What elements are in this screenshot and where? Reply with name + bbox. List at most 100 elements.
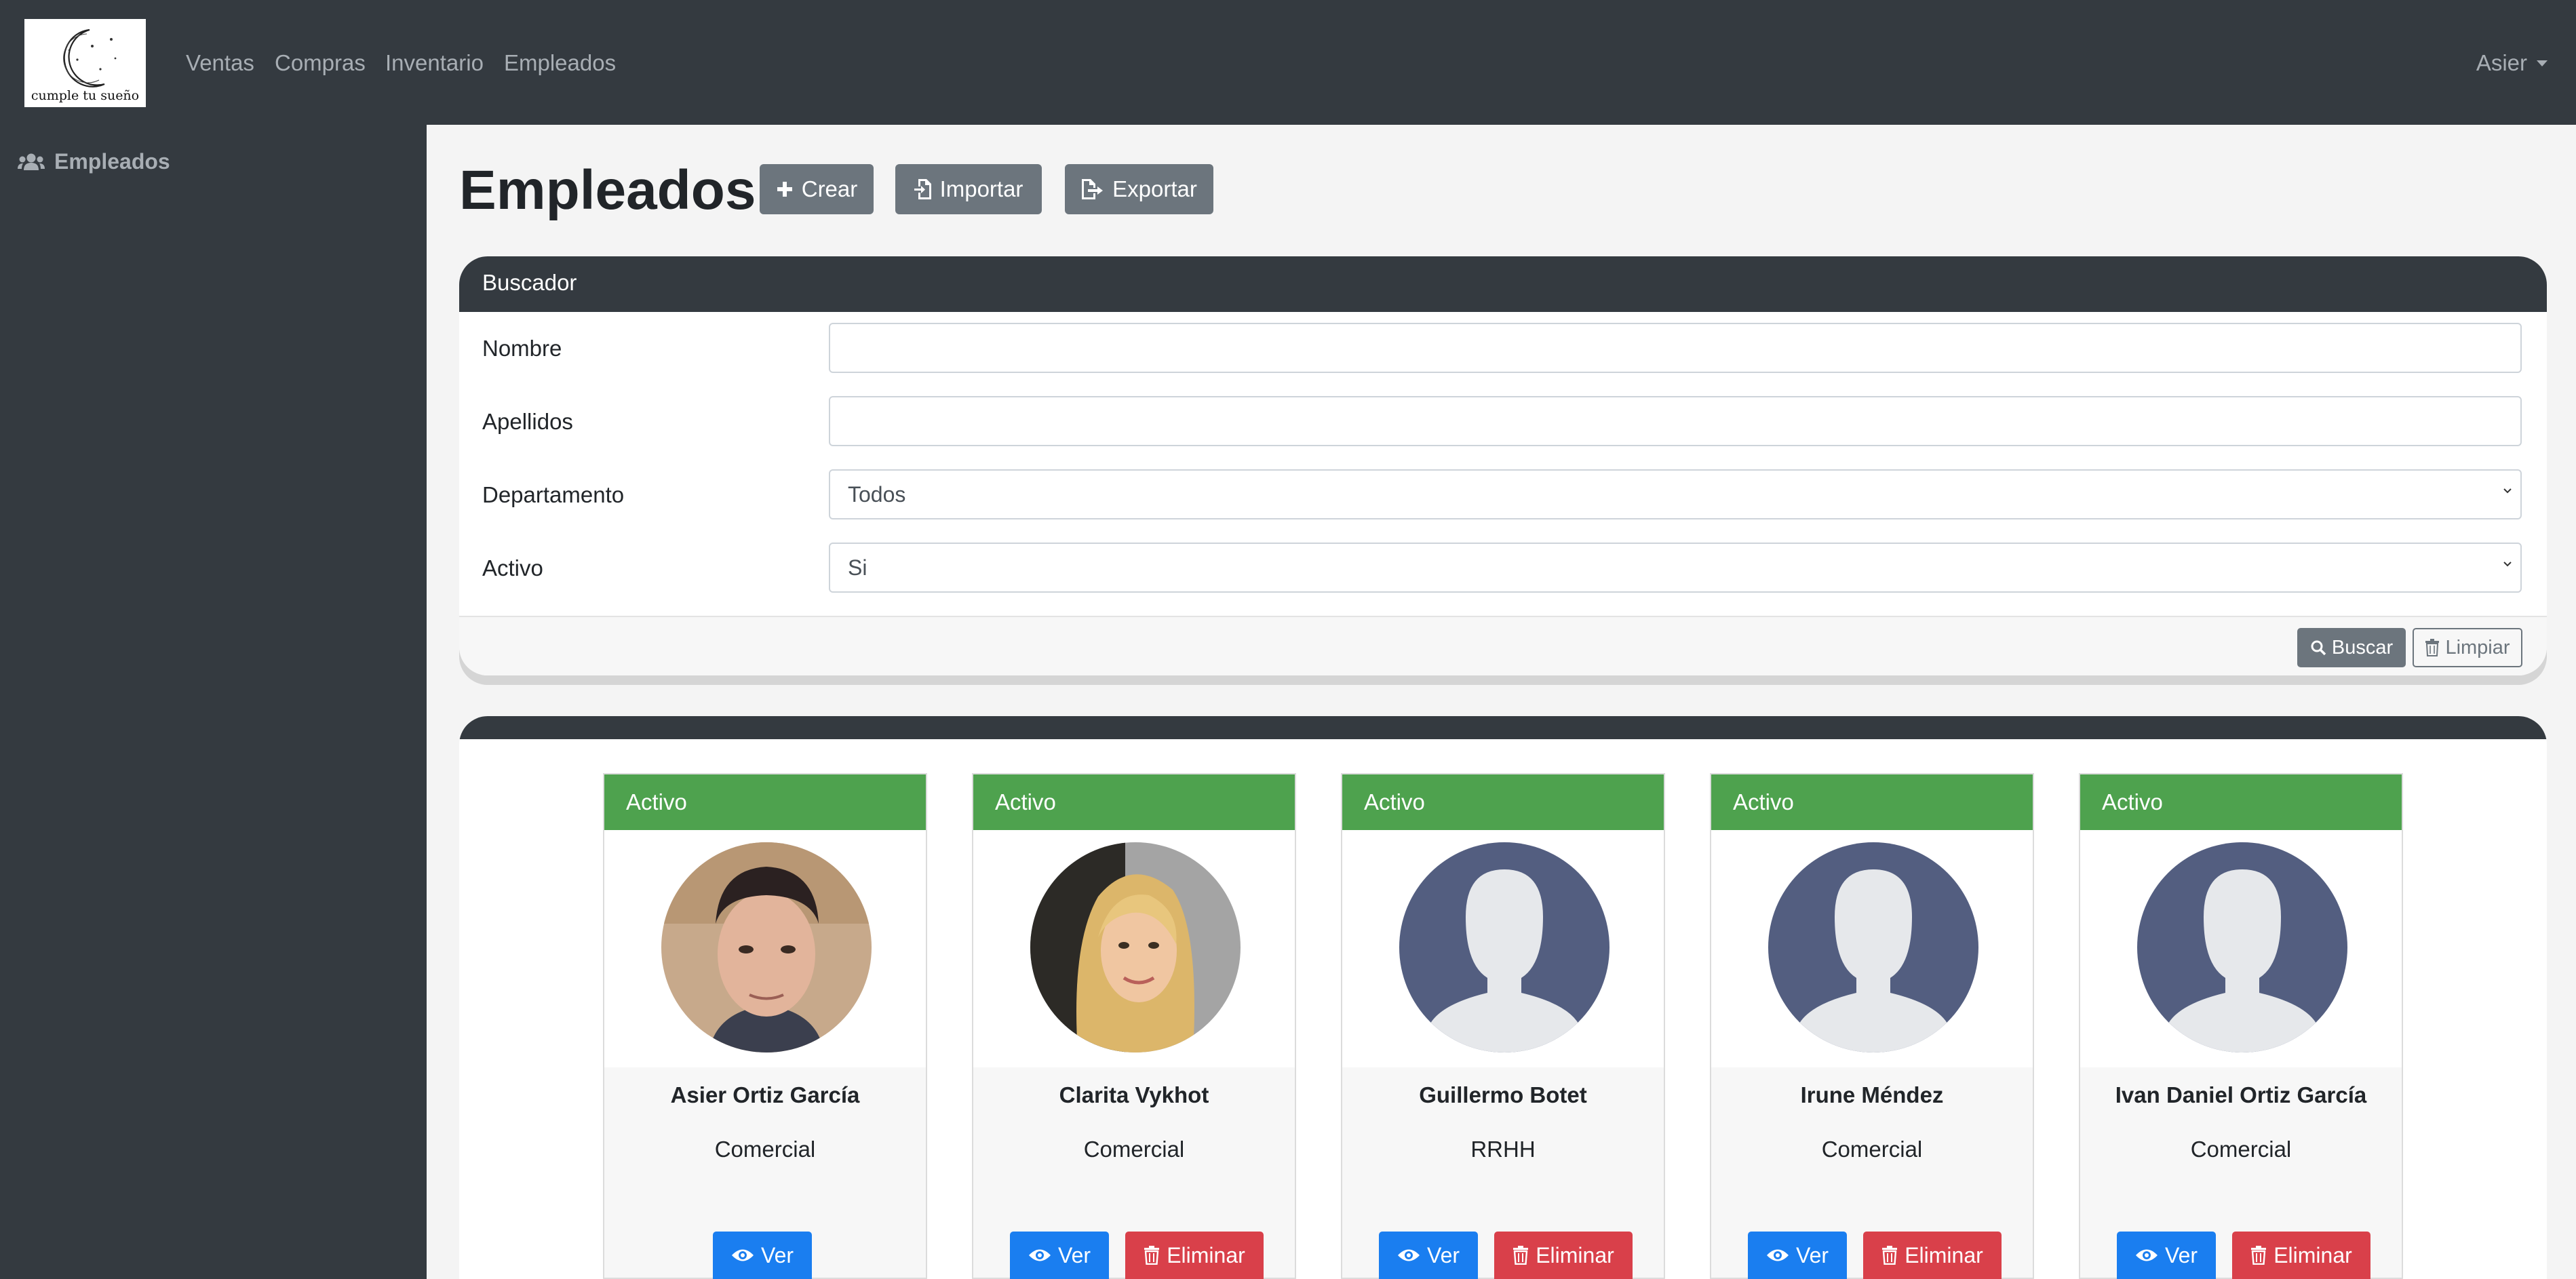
sidebar-item-label: Empleados — [54, 149, 170, 174]
user-silhouette-icon — [1768, 842, 1978, 1052]
user-dropdown[interactable]: Asier — [2476, 47, 2548, 79]
apellidos-label: Apellidos — [482, 409, 573, 434]
employee-name: Guillermo Botet — [1419, 1082, 1587, 1107]
create-button[interactable]: Crear — [760, 164, 874, 214]
delete-button[interactable]: Eliminar — [1863, 1232, 2002, 1279]
employee-department: Comercial — [1821, 1137, 1923, 1162]
user-silhouette-icon — [1399, 842, 1609, 1052]
nombre-label: Nombre — [482, 336, 562, 361]
brand-logo[interactable]: cumple tu sueño — [24, 19, 146, 107]
chevron-down-icon — [2503, 488, 2512, 494]
status-badge: Activo — [604, 774, 926, 830]
employee-card: Activo Ivan Daniel Ortiz García Comercia… — [2079, 773, 2403, 1279]
import-button[interactable]: Importar — [895, 164, 1042, 214]
eye-icon — [1028, 1249, 1051, 1261]
delete-button[interactable]: Eliminar — [1125, 1232, 1264, 1279]
status-badge: Activo — [973, 774, 1295, 830]
export-button-label: Exportar — [1112, 176, 1197, 201]
view-button[interactable]: Ver — [1748, 1232, 1847, 1279]
employee-department: Comercial — [2190, 1137, 2292, 1162]
delete-button[interactable]: Eliminar — [1494, 1232, 1633, 1279]
employee-department: RRHH — [1470, 1137, 1536, 1162]
users-icon — [18, 153, 45, 170]
employee-department: Comercial — [714, 1137, 816, 1162]
employee-photo[interactable] — [661, 842, 872, 1052]
caret-down-icon — [2537, 60, 2548, 66]
search-panel: Buscador Nombre Apellidos Departamento T… — [459, 256, 2547, 675]
employee-photo-image — [661, 842, 872, 1052]
plus-icon — [777, 182, 792, 197]
clear-button-label: Limpiar — [2445, 636, 2510, 658]
employee-name: Asier Ortiz García — [670, 1082, 860, 1107]
export-button[interactable]: Exportar — [1065, 164, 1213, 214]
departamento-label: Departamento — [482, 482, 625, 507]
departamento-select[interactable]: Todos — [829, 469, 2522, 519]
view-button[interactable]: Ver — [1379, 1232, 1478, 1279]
file-export-icon — [1082, 179, 1104, 199]
avatar-placeholder[interactable] — [1768, 842, 1978, 1052]
trash-icon — [1513, 1246, 1529, 1265]
clear-button[interactable]: Limpiar — [2413, 628, 2522, 667]
employee-card: Activo Asier Ortiz García Comercial — [603, 773, 927, 1279]
nav-ventas[interactable]: Ventas — [186, 47, 254, 79]
eye-icon — [2135, 1249, 2158, 1261]
view-button[interactable]: Ver — [2117, 1232, 2216, 1279]
logo-text: cumple tu sueño — [31, 88, 140, 103]
import-button-label: Importar — [939, 176, 1023, 201]
search-panel-footer: Buscar Limpiar — [459, 616, 2547, 675]
page-title: Empleados — [459, 159, 756, 221]
search-panel-header: Buscador — [459, 256, 2547, 312]
employee-photo[interactable] — [1030, 842, 1241, 1052]
employee-name: Irune Méndez — [1800, 1082, 1944, 1107]
delete-button[interactable]: Eliminar — [2232, 1232, 2370, 1279]
search-panel-title: Buscador — [482, 270, 577, 295]
delete-button-label: Eliminar — [1167, 1242, 1245, 1267]
employee-card: Activo Guillermo Botet RRHH — [1341, 773, 1665, 1279]
view-button-label: Ver — [2164, 1242, 2198, 1267]
nav-inventario[interactable]: Inventario — [385, 47, 484, 79]
view-button-label: Ver — [760, 1242, 794, 1267]
apellidos-input[interactable] — [829, 396, 2522, 446]
activo-value: Si — [848, 555, 867, 580]
delete-button-label: Eliminar — [2273, 1242, 2352, 1267]
employee-name: Clarita Vykhot — [1059, 1082, 1209, 1107]
search-icon — [2311, 640, 2326, 656]
view-button-label: Ver — [1057, 1242, 1091, 1267]
sidebar-item-empleados[interactable]: Empleados — [18, 149, 170, 174]
status-badge: Activo — [1711, 774, 2033, 830]
delete-button-label: Eliminar — [1536, 1242, 1614, 1267]
employee-card: Activo Irune Méndez Comercial — [1710, 773, 2034, 1279]
user-silhouette-icon — [2137, 842, 2347, 1052]
file-import-icon — [914, 179, 931, 199]
activo-select[interactable]: Si — [829, 543, 2522, 593]
view-button[interactable]: Ver — [713, 1232, 812, 1279]
eye-icon — [1766, 1249, 1789, 1261]
employee-card: Activo Clarita Vykhot Comercial — [972, 773, 1296, 1279]
employee-department: Comercial — [1083, 1137, 1185, 1162]
nav-empleados[interactable]: Empleados — [504, 47, 616, 79]
create-button-label: Crear — [801, 176, 858, 201]
status-badge: Activo — [2080, 774, 2402, 830]
activo-label: Activo — [482, 555, 543, 581]
trash-icon — [1144, 1246, 1160, 1265]
view-button-label: Ver — [1795, 1242, 1829, 1267]
avatar-placeholder[interactable] — [2137, 842, 2347, 1052]
top-navbar: cumple tu sueño Ventas Compras Inventari… — [0, 0, 2576, 125]
avatar-placeholder[interactable] — [1399, 842, 1609, 1052]
trash-icon — [1882, 1246, 1898, 1265]
view-button[interactable]: Ver — [1010, 1232, 1109, 1279]
sidebar: Empleados — [0, 125, 427, 1279]
trash-icon — [2251, 1246, 2267, 1265]
status-badge: Activo — [1342, 774, 1664, 830]
search-button[interactable]: Buscar — [2297, 628, 2406, 667]
user-name: Asier — [2476, 50, 2527, 75]
chevron-down-icon — [2503, 562, 2512, 567]
eye-icon — [731, 1249, 754, 1261]
trash-icon — [2425, 639, 2440, 656]
nombre-input[interactable] — [829, 323, 2522, 373]
nav-compras[interactable]: Compras — [275, 47, 366, 79]
departamento-value: Todos — [848, 482, 906, 507]
search-button-label: Buscar — [2331, 636, 2394, 658]
eye-icon — [1397, 1249, 1420, 1261]
view-button-label: Ver — [1426, 1242, 1460, 1267]
